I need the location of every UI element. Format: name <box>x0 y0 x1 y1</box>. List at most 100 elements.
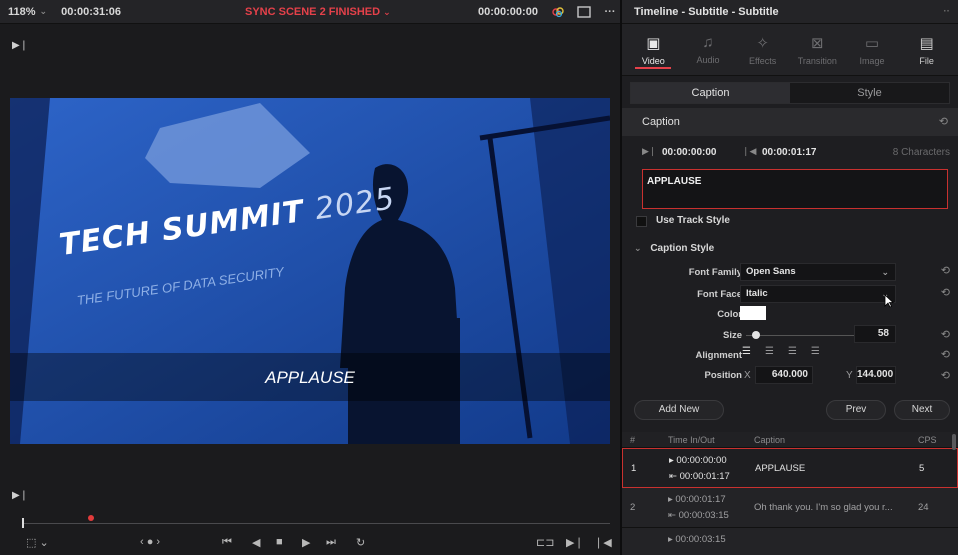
next-button[interactable]: Next <box>894 400 950 420</box>
tab-label: Audio <box>696 55 720 65</box>
reset-icon[interactable]: ⟲ <box>941 286 950 299</box>
size-slider-handle[interactable] <box>752 331 760 339</box>
font-face-dropdown[interactable]: Italic ⌄ <box>740 285 896 303</box>
row-time-in-value: 00:00:00:00 <box>676 455 727 466</box>
playhead-marker[interactable] <box>88 515 94 521</box>
font-family-dropdown[interactable]: Open Sans ⌄ <box>740 263 896 281</box>
go-to-start-icon[interactable]: ⏮ <box>222 536 232 549</box>
transport-controls: ⬚ ⌄ ‹ ● › ⏮ ◀ ■ ▶ ⏭ ↻ ⊏⊐ ▶❘ ❘◀ <box>0 536 620 555</box>
mark-in-icon[interactable]: ▶❘ <box>566 536 584 549</box>
loop-icon[interactable]: ↻ <box>356 536 365 549</box>
align-left-icon[interactable]: ☰ <box>742 346 751 357</box>
tab-effects[interactable]: ✧ Effects <box>737 24 789 75</box>
reset-icon[interactable]: ⟲ <box>941 328 950 341</box>
font-face-label: Font Face <box>697 289 742 300</box>
table-row[interactable]: ▸ 00:00:03:15 <box>622 528 958 555</box>
reset-icon[interactable]: ⟲ <box>939 108 948 136</box>
position-y-input[interactable]: 144.000 <box>856 366 896 384</box>
chevron-down-icon: ⌄ <box>39 6 48 16</box>
table-row[interactable]: 1 ▸ 00:00:00:00 ⇤ 00:00:01:17 APPLAUSE 5 <box>622 448 958 488</box>
time-out-field[interactable]: 00:00:01:17 <box>762 147 816 158</box>
time-in-field[interactable]: 00:00:00:00 <box>662 147 716 158</box>
play-icon[interactable]: ▶ <box>302 536 310 549</box>
subtab-style[interactable]: Style <box>790 83 949 103</box>
source-timecode: 00:00:31:06 <box>61 5 122 18</box>
color-swatch[interactable] <box>740 306 766 320</box>
play-reverse-icon[interactable]: ◀ <box>252 536 260 549</box>
viewer-timecode: 00:00:00:00 <box>478 6 538 18</box>
video-icon: ▣ <box>646 34 661 52</box>
table-scrollbar[interactable] <box>952 434 956 450</box>
row-time-out: ⇤ 00:00:01:17 <box>669 471 730 482</box>
more-options-icon[interactable]: ··· <box>602 4 618 20</box>
prev-button[interactable]: Prev <box>826 400 886 420</box>
status-dropdown[interactable]: SYNC SCENE 2 FINISHED ⌄ <box>245 0 391 24</box>
alignment-label: Alignment <box>695 350 742 361</box>
reset-icon[interactable]: ⟲ <box>941 264 950 277</box>
mark-out-icon[interactable]: ❘◀ <box>594 536 612 549</box>
font-family-label: Font Family <box>688 267 742 278</box>
time-in-icon: ▶❘ <box>642 146 657 156</box>
audio-icon: ♫ <box>702 34 714 51</box>
zoom-dropdown[interactable]: 118% ⌄ <box>8 6 47 18</box>
row-time-out-value: 00:00:01:17 <box>679 471 730 482</box>
use-track-style-checkbox[interactable] <box>636 216 647 227</box>
row-time-in: ▸ 00:00:01:17 <box>668 494 726 505</box>
viewer-panel: 118% ⌄ 00:00:31:06 SYNC SCENE 2 FINISHED… <box>0 0 620 555</box>
use-track-style-row: Use Track Style <box>622 212 958 230</box>
tab-label: Image <box>859 55 885 66</box>
row-time-in: ▸ 00:00:03:15 <box>668 534 726 545</box>
go-to-end-icon[interactable]: ⏭ <box>326 536 336 549</box>
color-label: Color <box>717 309 742 320</box>
tab-image[interactable]: ▭ Image <box>846 24 898 75</box>
scrubber-track[interactable] <box>24 523 610 524</box>
skip-to-end-icon[interactable]: ▶❘ <box>12 490 28 501</box>
row-time-out-value: 00:00:03:15 <box>678 510 729 521</box>
add-new-button[interactable]: Add New <box>634 400 724 420</box>
chevron-down-icon: ⌄ <box>634 243 642 253</box>
inspector-title-bar: Timeline - Subtitle - Subtitle ·· <box>622 0 958 24</box>
row-time-in-value: 00:00:03:15 <box>675 534 726 545</box>
position-label: Position <box>704 370 742 381</box>
inspector-panel: Timeline - Subtitle - Subtitle ·· ▣ Vide… <box>622 0 958 555</box>
caption-section-header: Caption ⟲ <box>622 108 958 136</box>
subtab-caption[interactable]: Caption <box>631 83 790 103</box>
transition-icon: ⊠ <box>811 34 824 52</box>
row-number: 1 <box>631 463 637 474</box>
size-slider-track[interactable] <box>746 335 856 336</box>
color-picker-icon[interactable] <box>550 4 566 20</box>
reset-icon[interactable]: ⟲ <box>941 348 950 361</box>
table-row[interactable]: 2 ▸ 00:00:01:17 ⇤ 00:00:03:15 Oh thank y… <box>622 488 958 528</box>
align-justify-icon[interactable]: ☰ <box>811 346 820 357</box>
stop-icon[interactable]: ■ <box>276 536 283 548</box>
skip-to-start-icon[interactable]: ▶❘ <box>12 40 28 51</box>
more-options-icon[interactable]: ·· <box>943 0 950 24</box>
font-face-value: Italic <box>746 288 768 299</box>
reset-icon[interactable]: ⟲ <box>941 369 950 382</box>
safe-area-icon[interactable]: ⬚ ⌄ <box>26 536 49 549</box>
tab-label: File <box>919 55 934 66</box>
row-time-in: ▸ 00:00:00:00 <box>669 455 727 466</box>
position-x-input[interactable]: 640.000 <box>755 366 813 384</box>
jog-control-icon[interactable]: ‹ ● › <box>140 536 160 548</box>
status-text: SYNC SCENE 2 FINISHED <box>245 6 381 18</box>
match-frame-icon[interactable]: ⊏⊐ <box>536 536 554 549</box>
tab-video[interactable]: ▣ Video <box>627 24 679 75</box>
table-header: # Time In/Out Caption CPS <box>622 432 958 448</box>
size-input[interactable]: 58 <box>854 325 896 343</box>
caption-text-input[interactable]: APPLAUSE <box>642 169 948 209</box>
align-right-icon[interactable]: ☰ <box>788 346 797 357</box>
viewer-mode-icon[interactable] <box>576 4 592 20</box>
tab-label: Video <box>641 55 665 66</box>
caption-style-header[interactable]: ⌄ Caption Style <box>622 238 958 258</box>
use-track-style-label: Use Track Style <box>656 215 730 226</box>
tab-label: Transition <box>797 55 837 66</box>
row-cps: 24 <box>918 502 929 513</box>
align-center-icon[interactable]: ☰ <box>765 346 774 357</box>
image-icon: ▭ <box>864 34 880 52</box>
tab-audio[interactable]: ♫ Audio <box>682 24 734 75</box>
col-cps-header: CPS <box>918 435 937 445</box>
mouse-cursor-icon <box>884 294 894 308</box>
tab-transition[interactable]: ⊠ Transition <box>791 24 843 75</box>
tab-file[interactable]: ▤ File <box>901 24 953 75</box>
